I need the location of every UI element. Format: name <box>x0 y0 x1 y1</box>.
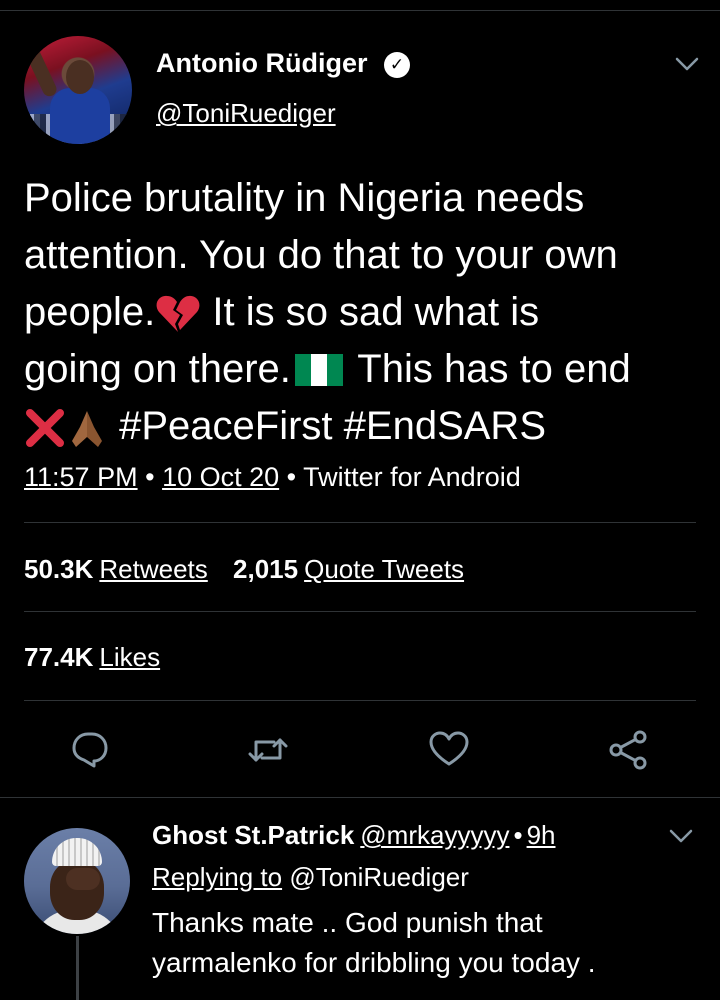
comment-icon[interactable] <box>68 728 112 772</box>
replying-to: Replying to @ToniRuediger <box>152 862 469 893</box>
meta-dot: • <box>145 462 155 492</box>
retweets-label: Retweets <box>99 554 208 584</box>
tweet-meta: 11:57 PM • 10 Oct 20 • Twitter for Andro… <box>24 462 521 493</box>
likes-count: 77.4K <box>24 642 94 672</box>
cross-mark-emoji <box>26 409 64 448</box>
author-name[interactable]: Antonio Rüdiger <box>156 48 367 79</box>
tweet-text-line: people. <box>24 290 156 334</box>
stats-row-retweets: 50.3K Retweets 2,015 Quote Tweets <box>24 554 464 585</box>
reply-author-avatar[interactable] <box>24 828 130 934</box>
reply-time[interactable]: 9h <box>527 820 556 850</box>
divider <box>24 522 696 523</box>
divider <box>24 611 696 612</box>
tweet-time[interactable]: 11:57 PM <box>24 462 138 492</box>
replying-prefix: Replying to <box>152 862 283 892</box>
retweet-icon[interactable] <box>246 728 290 772</box>
divider <box>24 700 696 701</box>
broken-heart-emoji <box>156 296 200 333</box>
meta-dot: • <box>286 462 297 492</box>
tweet-text-line: This has to end <box>346 347 631 391</box>
reply-author-handle[interactable]: @mrkayyyyy <box>360 820 509 850</box>
tweet-text-line: attention. You do that to your own <box>24 233 618 277</box>
top-divider <box>0 10 720 11</box>
tweet-text: Police brutality in Nigeria needs attent… <box>24 170 704 455</box>
likes-label: Likes <box>99 642 161 672</box>
verified-badge-icon: ✓ <box>384 52 410 78</box>
tweet-text-line: It is so sad what is <box>201 290 540 334</box>
chevron-down-icon[interactable] <box>668 826 694 846</box>
tweet-text-line: going on there. <box>24 347 291 391</box>
replying-handle[interactable]: @ToniRuediger <box>289 862 469 892</box>
tweet-source: Twitter for Android <box>303 462 521 492</box>
reply-text: Thanks mate .. God punish that yarmalenk… <box>152 907 596 978</box>
share-icon[interactable] <box>606 728 650 772</box>
heart-icon[interactable] <box>427 728 471 772</box>
quote-tweets-count: 2,015 <box>233 554 299 584</box>
retweets-count: 50.3K <box>24 554 94 584</box>
folded-hands-emoji <box>72 411 102 448</box>
chevron-down-icon[interactable] <box>674 54 700 74</box>
tweet-date[interactable]: 10 Oct 20 <box>162 462 279 492</box>
section-divider <box>0 797 720 798</box>
thread-line <box>76 936 79 1000</box>
reply-header: Ghost St.Patrick @mrkayyyyy • 9h <box>152 820 555 851</box>
author-handle[interactable]: @ToniRuediger <box>156 98 336 129</box>
tweet-hashtags[interactable]: #PeaceFirst #EndSARS <box>119 404 546 448</box>
likes-stat[interactable]: 77.4K Likes <box>24 642 160 673</box>
reply-dot: • <box>513 820 523 850</box>
quote-tweets-stat[interactable]: 2,015 Quote Tweets <box>233 554 464 584</box>
reply-author-name[interactable]: Ghost St.Patrick <box>152 820 354 850</box>
nigeria-flag-emoji <box>294 345 343 386</box>
retweets-stat[interactable]: 50.3K Retweets <box>24 554 208 584</box>
author-avatar[interactable] <box>24 36 132 144</box>
action-bar <box>0 728 720 776</box>
quote-tweets-label: Quote Tweets <box>304 554 465 584</box>
tweet-text-line: Police brutality in Nigeria needs <box>24 176 585 220</box>
